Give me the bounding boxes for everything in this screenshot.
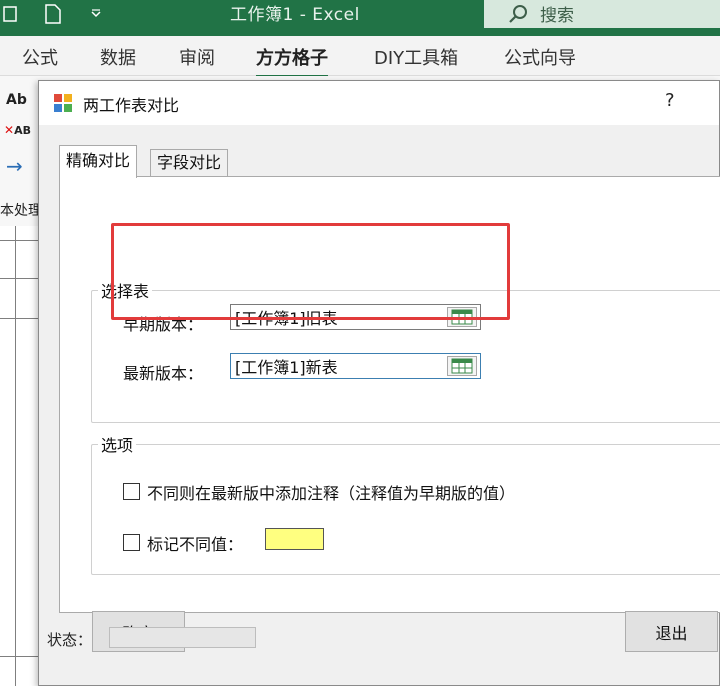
ribbon-tab-diy-toolbox[interactable]: DIY工具箱 — [374, 44, 458, 70]
early-version-field[interactable]: [工作簿1]旧表 — [230, 304, 481, 330]
status-field — [109, 627, 256, 648]
gridline — [0, 318, 40, 319]
arrow-right-icon[interactable]: → — [6, 154, 23, 178]
app-grid-icon — [54, 94, 72, 112]
tab-panel-exact-compare: 选择表 早期版本： [工作簿1]旧表 最新版本： [工作簿1]新表 选项 不同则… — [59, 176, 720, 652]
ribbon-item-ab[interactable]: Ab — [6, 92, 27, 108]
latest-version-label: 最新版本： — [123, 364, 204, 383]
add-comment-label: 不同则在最新版中添加注释（注释值为早期版的值） — [147, 484, 516, 503]
mark-diff-checkbox[interactable] — [123, 534, 140, 551]
tab-field-compare[interactable]: 字段对比 — [150, 149, 229, 177]
select-table-legend: 选择表 — [101, 282, 150, 301]
ribbon-tab-review[interactable]: 审阅 — [179, 44, 215, 70]
exit-button[interactable]: 退出 — [625, 611, 718, 652]
search-icon — [509, 5, 527, 23]
add-comment-checkbox[interactable] — [123, 483, 140, 500]
ribbon-item-clear-ab[interactable]: ✕AB — [4, 122, 31, 138]
select-table-group: 选择表 — [91, 278, 720, 423]
table-icon — [451, 358, 473, 374]
help-button[interactable]: ? — [665, 90, 675, 111]
save-icon[interactable] — [0, 0, 20, 28]
gridline — [0, 278, 40, 279]
mark-diff-label: 标记不同值： — [147, 535, 244, 554]
dialog-title: 两工作表对比 — [83, 96, 180, 115]
sheet-picker-button[interactable] — [447, 307, 477, 327]
tab-exact-compare[interactable]: 精确对比 — [59, 145, 138, 178]
options-legend: 选项 — [101, 436, 134, 455]
ribbon-tab-data[interactable]: 数据 — [100, 44, 136, 70]
table-icon — [451, 309, 473, 325]
ribbon-tab-fangfang[interactable]: 方方格子 — [256, 44, 328, 78]
early-version-label: 早期版本： — [123, 315, 204, 334]
ribbon-tab-bar: 公式 数据 审阅 方方格子 DIY工具箱 公式向导 — [0, 36, 720, 78]
compare-sheets-dialog: 两工作表对比 ? 精确对比 字段对比 选择表 早期版本： [工作簿1]旧表 最新… — [38, 80, 720, 686]
clear-mark-icon: ✕ — [4, 123, 15, 137]
sheet-picker-button[interactable] — [447, 356, 477, 376]
excel-window-title: 工作簿1 - Excel — [230, 5, 360, 25]
gridline — [15, 226, 16, 686]
latest-version-field[interactable]: [工作簿1]新表 — [230, 353, 481, 379]
ribbon-group-text-processing: 本处理 — [0, 203, 42, 219]
early-version-value: [工作簿1]旧表 — [235, 309, 338, 328]
search-label: 搜索 — [540, 6, 574, 26]
search-box[interactable]: 搜索 — [484, 0, 720, 28]
latest-version-value: [工作簿1]新表 — [235, 358, 338, 377]
dialog-title-bar[interactable]: 两工作表对比 ? — [39, 81, 719, 125]
status-label: 状态： — [47, 631, 93, 649]
mark-color-swatch[interactable] — [265, 528, 324, 550]
new-document-icon[interactable] — [42, 0, 64, 28]
gridline — [0, 240, 40, 241]
ribbon-tab-formulas[interactable]: 公式 — [22, 44, 58, 70]
customize-toolbar-icon[interactable] — [88, 0, 104, 28]
excel-title-bar: 工作簿1 - Excel 搜索 — [0, 0, 720, 36]
ribbon-tab-formula-wizard[interactable]: 公式向导 — [504, 44, 576, 70]
